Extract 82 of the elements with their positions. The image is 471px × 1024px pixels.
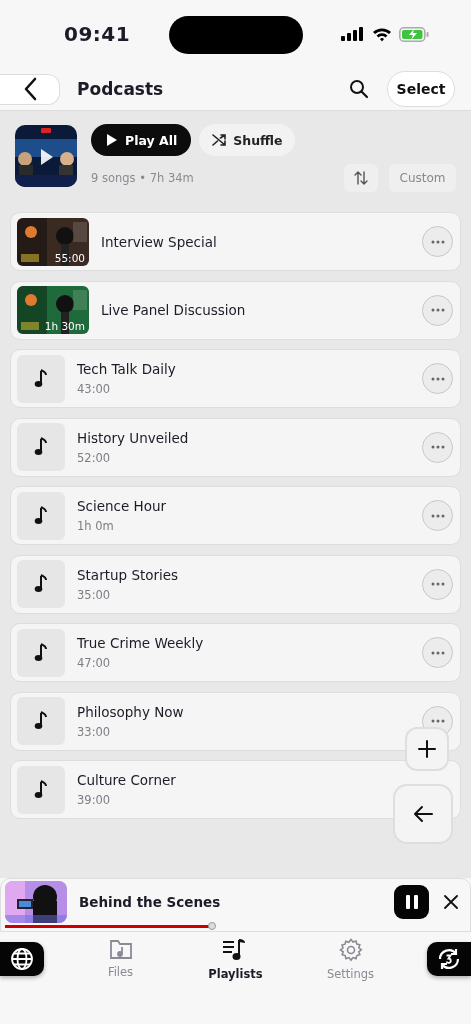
more-icon — [430, 719, 445, 723]
folder-icon — [108, 938, 133, 960]
select-button[interactable]: Select — [387, 71, 455, 107]
track-title: Live Panel Discussion — [101, 302, 246, 318]
track-row[interactable]: Science Hour 1h 0m — [10, 486, 461, 545]
progress-handle[interactable] — [208, 922, 217, 930]
track-row[interactable]: True Crime Weekly 47:00 — [10, 623, 461, 682]
track-row[interactable]: History Unveiled 52:00 — [10, 417, 461, 477]
more-icon — [430, 513, 445, 518]
page-title: Podcasts — [77, 79, 164, 99]
sort-icon — [354, 171, 368, 185]
more-button[interactable] — [422, 500, 453, 531]
music-note-icon — [34, 574, 48, 594]
track-row[interactable]: Philosophy Now 33:00 — [10, 691, 461, 751]
more-icon — [430, 376, 445, 381]
music-note-icon — [34, 711, 48, 731]
track-title: True Crime Weekly — [77, 635, 204, 651]
track-duration: 43:00 — [77, 382, 112, 396]
wifi-icon — [372, 26, 392, 42]
pause-button[interactable] — [394, 885, 429, 919]
track-title: Philosophy Now — [77, 703, 184, 720]
duration-label: 55:00 — [54, 251, 85, 264]
more-icon — [430, 445, 445, 449]
track-duration: 52:00 — [77, 450, 112, 465]
replay-button[interactable] — [427, 942, 471, 976]
battery-icon — [399, 26, 429, 42]
close-icon[interactable] — [444, 895, 458, 909]
track-title: Science Hour — [77, 498, 167, 514]
sort-button[interactable] — [344, 164, 378, 192]
more-button[interactable] — [422, 363, 453, 394]
music-note-icon — [34, 779, 48, 800]
back-arrow-button[interactable] — [393, 784, 453, 844]
track-title: Startup Stories — [77, 566, 179, 583]
track-row[interactable]: Startup Stories 35:00 — [10, 554, 461, 614]
plus-icon — [418, 740, 436, 758]
back-button[interactable] — [0, 73, 60, 105]
track-duration: 47:00 — [77, 656, 112, 670]
more-icon — [430, 650, 445, 655]
arrow-left-icon — [413, 805, 433, 823]
search-icon[interactable] — [349, 79, 369, 99]
track-row[interactable]: Tech Talk Daily 43:00 — [10, 349, 461, 408]
pause-icon — [405, 895, 418, 909]
track-duration: 35:00 — [77, 587, 112, 602]
tab-item[interactable]: Playlists — [178, 938, 293, 981]
duration-label: 1h 30m — [44, 320, 85, 332]
music-note-icon — [34, 437, 48, 457]
globe-icon — [10, 947, 34, 971]
shuffle-button[interactable]: Shuffle — [199, 124, 296, 156]
more-icon — [430, 308, 445, 312]
track-row[interactable]: 55:00 Interview Special — [10, 212, 461, 271]
music-note-icon — [34, 505, 48, 526]
now-playing-title: Behind the Scenes — [79, 894, 221, 910]
play-icon — [107, 134, 117, 146]
signal-icon — [341, 27, 365, 41]
playlist-summary: 9 songs • 7h 34m — [91, 171, 194, 185]
track-title: Tech Talk Daily — [77, 361, 176, 377]
track-duration: 33:00 — [77, 724, 112, 739]
more-icon — [430, 239, 445, 244]
shuffle-icon — [212, 133, 227, 147]
more-button[interactable] — [422, 637, 453, 668]
globe-button[interactable] — [0, 942, 44, 976]
track-duration: 39:00 — [77, 793, 112, 807]
play-all-button[interactable]: Play All — [91, 124, 192, 156]
more-button[interactable] — [422, 568, 453, 600]
more-icon — [430, 582, 445, 586]
track-row[interactable]: 1h 30m Live Panel Discussion — [10, 280, 461, 340]
track-duration: 1h 0m — [77, 519, 115, 533]
back-icon — [22, 77, 37, 101]
status-time: 09:41 — [64, 22, 131, 46]
add-button[interactable] — [405, 727, 449, 771]
music-note-icon — [34, 642, 48, 663]
music-note-icon — [34, 368, 48, 389]
mini-player[interactable]: Behind the Scenes — [0, 878, 471, 932]
more-button[interactable] — [422, 294, 453, 326]
more-button[interactable] — [422, 226, 453, 257]
more-button[interactable] — [422, 431, 453, 463]
track-title: History Unveiled — [77, 429, 189, 446]
track-title: Interview Special — [101, 233, 217, 250]
track-title: Culture Corner — [77, 772, 176, 788]
track-row[interactable]: Culture Corner 39:00 — [10, 760, 461, 819]
settings-icon — [338, 938, 363, 962]
replay-icon — [436, 946, 462, 972]
